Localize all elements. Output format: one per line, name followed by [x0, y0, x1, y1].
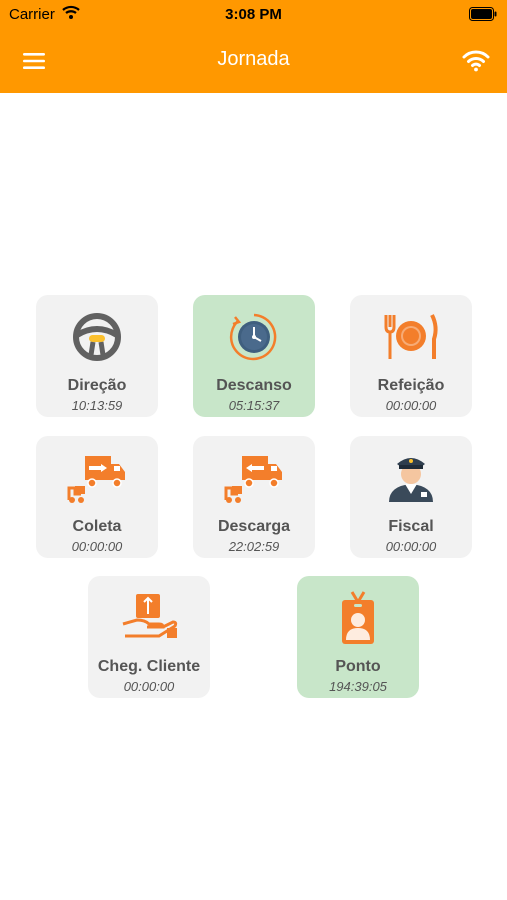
tile-chegada-cliente[interactable]: Cheg. Cliente 00:00:00 [88, 576, 210, 698]
id-badge-icon [342, 591, 374, 644]
hand-box-icon [122, 594, 178, 638]
tile-timer: 194:39:05 [329, 679, 387, 694]
tile-label: Descarga [217, 518, 291, 535]
tile-label: Cheg. Cliente [97, 658, 201, 675]
tile-timer: 00:00:00 [123, 679, 175, 694]
tile-label: Ponto [335, 658, 381, 675]
tile-descarga[interactable]: Descarga 22:02:59 [193, 436, 315, 558]
truck-unloading-icon [224, 456, 282, 503]
tile-label: Refeição [377, 377, 445, 394]
tile-descanso[interactable]: Descanso 05:15:37 [193, 295, 315, 417]
page-title: Jornada [217, 48, 290, 70]
fork-plate-knife-icon [384, 314, 438, 359]
tile-label: Fiscal [388, 518, 434, 535]
tile-fiscal[interactable]: Fiscal 00:00:00 [350, 436, 472, 558]
clock-time: 3:08 PM [225, 6, 282, 23]
police-officer-icon [389, 458, 433, 502]
status-bar: Carrier 3:08 PM [0, 0, 507, 30]
tile-timer: 05:15:37 [228, 398, 280, 413]
tile-ponto[interactable]: Ponto 194:39:05 [297, 576, 419, 698]
steering-wheel-icon [73, 313, 121, 361]
tile-timer: 10:13:59 [71, 398, 123, 413]
wifi-icon[interactable] [461, 47, 491, 73]
tile-label: Descanso [216, 377, 292, 394]
tile-label: Direção [67, 377, 127, 394]
tile-direcao[interactable]: Direção 10:13:59 [36, 295, 158, 417]
tile-timer: 00:00:00 [385, 539, 437, 554]
tile-coleta[interactable]: Coleta 00:00:00 [36, 436, 158, 558]
tile-timer: 00:00:00 [71, 539, 123, 554]
tile-timer: 00:00:00 [385, 398, 437, 413]
clock-icon [229, 313, 277, 361]
tile-label: Coleta [72, 518, 122, 535]
battery-icon [469, 7, 497, 21]
nav-bar: Jornada [0, 30, 507, 93]
truck-loading-icon [67, 456, 125, 503]
tile-refeicao[interactable]: Refeição 00:00:00 [350, 295, 472, 417]
tile-timer: 22:02:59 [228, 539, 280, 554]
